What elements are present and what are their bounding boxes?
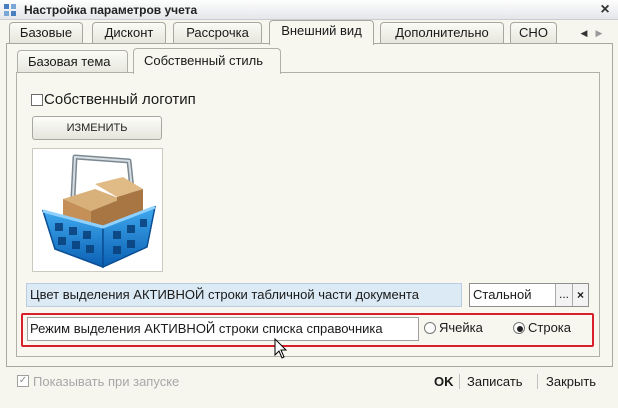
tab-sno[interactable]: СНО (510, 22, 557, 43)
footer-separator (537, 374, 538, 389)
active-row-mode-label: Режим выделения АКТИВНОЙ строки списка с… (27, 317, 419, 341)
tab-scroll-right-icon[interactable]: ▶ (593, 26, 605, 40)
tab-rassrochka[interactable]: Рассрочка (173, 22, 262, 43)
title-bar: Настройка параметров учета × (0, 0, 618, 20)
tab-vneshniy-vid[interactable]: Внешний вид (269, 20, 374, 45)
own-logo-checkbox[interactable] (31, 94, 43, 106)
shopping-basket-icon (41, 154, 157, 269)
show-on-start-checkbox[interactable]: ✓ (17, 375, 29, 387)
close-icon[interactable]: × (596, 1, 614, 19)
save-button[interactable]: Записать (467, 374, 523, 389)
radio-cell[interactable] (424, 322, 436, 334)
active-row-color-label: Цвет выделения АКТИВНОЙ строки табличной… (26, 283, 462, 307)
tab-bazovye[interactable]: Базовые (9, 22, 83, 43)
select-color-button[interactable]: ... (555, 284, 572, 306)
radio-selected-dot (517, 326, 523, 332)
radio-row[interactable] (513, 322, 525, 334)
change-logo-button[interactable]: ИЗМЕНИТЬ (32, 116, 162, 140)
subtab-own-style[interactable]: Собственный стиль (133, 48, 281, 74)
window-title: Настройка параметров учета (24, 3, 198, 17)
own-logo-label: Собственный логотип (44, 91, 196, 108)
radio-row-label: Строка (528, 320, 572, 335)
clear-color-icon[interactable]: × (572, 284, 588, 306)
active-row-color-field[interactable]: Стальной ... × (469, 283, 589, 307)
logo-preview (32, 148, 163, 272)
tab-scroll-left-icon[interactable]: ◀ (578, 26, 590, 40)
tab-diskont[interactable]: Дисконт (92, 22, 166, 43)
tab-dopolnitelno[interactable]: Дополнительно (380, 22, 504, 43)
active-row-color-value: Стальной (473, 287, 532, 302)
ok-button[interactable]: OK (434, 374, 454, 389)
radio-cell-label: Ячейка (439, 320, 483, 335)
mouse-cursor-icon (274, 338, 288, 359)
show-on-start-label: Показывать при запуске (33, 374, 180, 389)
subtab-base-theme[interactable]: Базовая тема (17, 50, 128, 72)
close-button[interactable]: Закрыть (546, 374, 596, 389)
footer-separator (459, 374, 460, 389)
app-icon (4, 4, 16, 16)
